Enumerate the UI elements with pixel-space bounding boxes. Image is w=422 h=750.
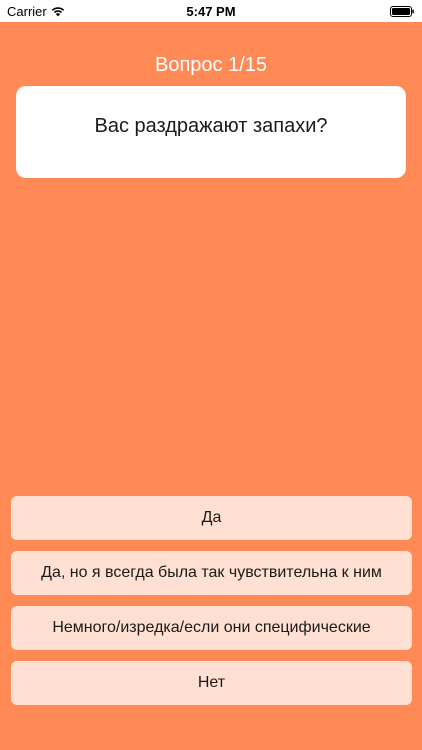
- answer-button-no[interactable]: Нет: [11, 661, 412, 705]
- answer-button-yes[interactable]: Да: [11, 496, 412, 540]
- question-text: Вас раздражают запахи?: [94, 114, 328, 137]
- status-bar: Carrier 5:47 PM: [0, 0, 422, 22]
- question-card: Вас раздражают запахи?: [16, 86, 406, 178]
- answer-list: Да Да, но я всегда была так чувствительн…: [11, 496, 412, 716]
- battery-icon: [390, 6, 414, 17]
- answer-button-sometimes[interactable]: Немного/изредка/если они специфические: [11, 606, 412, 650]
- status-time: 5:47 PM: [186, 4, 236, 19]
- answer-button-yes-always-sensitive[interactable]: Да, но я всегда была так чувствительна к…: [11, 551, 412, 595]
- question-counter: Вопрос 1/15: [154, 54, 268, 76]
